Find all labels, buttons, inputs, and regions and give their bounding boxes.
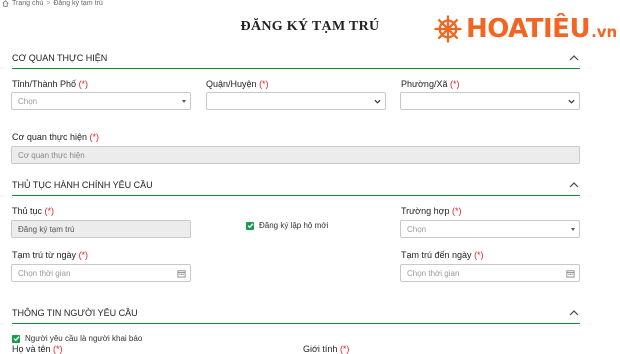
section-requester-title: THÔNG TIN NGƯỜI YÊU CẦU bbox=[12, 308, 138, 318]
is-declarant-label: Người yêu cầu là người khai báo bbox=[25, 334, 143, 343]
new-household-checkbox-row[interactable]: Đăng ký lập hộ mới bbox=[246, 221, 328, 230]
district-label: Quận/Huyện (*) bbox=[206, 79, 269, 89]
calendar-icon[interactable] bbox=[177, 269, 186, 278]
procedure-value: Đăng ký tạm trú bbox=[18, 224, 75, 234]
to-date-label: Tạm trú đến ngày (*) bbox=[401, 250, 484, 260]
section-agency-title: CƠ QUAN THỰC HIỆN bbox=[12, 53, 108, 63]
case-value: Chọn bbox=[407, 224, 427, 234]
to-date-placeholder: Chọn thời gian bbox=[407, 268, 460, 278]
procedure-field: Đăng ký tạm trú bbox=[11, 220, 191, 238]
home-icon bbox=[2, 0, 9, 7]
logo-main-text: HOATIÊU bbox=[466, 14, 591, 44]
district-select[interactable] bbox=[206, 92, 386, 110]
province-select[interactable]: Chọn bbox=[11, 92, 191, 110]
checkbox-checked-icon[interactable] bbox=[246, 221, 254, 230]
new-household-label: Đăng ký lập hộ mới bbox=[259, 221, 329, 230]
section-divider bbox=[12, 323, 580, 324]
agency-field[interactable]: Cơ quan thực hiện bbox=[11, 146, 580, 164]
section-agency-header[interactable]: CƠ QUAN THỰC HIỆN bbox=[12, 53, 580, 69]
ward-select[interactable] bbox=[400, 92, 580, 110]
logo-suffix-text: .vn bbox=[591, 23, 618, 41]
ward-label: Phường/Xã (*) bbox=[401, 79, 460, 89]
case-label: Trường hợp (*) bbox=[401, 206, 462, 216]
from-date-placeholder: Chọn thời gian bbox=[18, 268, 71, 278]
chevron-up-icon[interactable] bbox=[568, 307, 580, 319]
caret-down-icon bbox=[182, 100, 186, 103]
from-date-picker[interactable]: Chọn thời gian bbox=[11, 264, 191, 282]
chevron-up-icon[interactable] bbox=[568, 52, 580, 64]
checkbox-checked-icon[interactable] bbox=[12, 334, 20, 343]
breadcrumb-home[interactable]: Trang chủ bbox=[12, 0, 43, 7]
agency-placeholder: Cơ quan thực hiện bbox=[18, 150, 85, 160]
to-date-picker[interactable]: Chọn thời gian bbox=[400, 264, 580, 282]
breadcrumb-current: Đăng ký tạm trú bbox=[53, 0, 103, 7]
breadcrumb-separator: > bbox=[46, 0, 51, 7]
case-select[interactable]: Chọn bbox=[400, 220, 580, 238]
calendar-icon[interactable] bbox=[566, 269, 575, 278]
caret-down-icon bbox=[571, 228, 575, 231]
section-procedure-header[interactable]: THỦ TỤC HÀNH CHÍNH YÊU CẦU bbox=[12, 180, 580, 196]
province-value: Chọn bbox=[18, 96, 38, 106]
chevron-up-icon[interactable] bbox=[568, 179, 580, 191]
province-label: Tỉnh/Thành Phố (*) bbox=[12, 79, 89, 89]
agency-label: Cơ quan thực hiện (*) bbox=[12, 132, 99, 142]
section-procedure-title: THỦ TỤC HÀNH CHÍNH YÊU CẦU bbox=[12, 180, 153, 190]
chevron-down-icon bbox=[568, 99, 575, 104]
from-date-label: Tạm trú từ ngày (*) bbox=[12, 250, 89, 260]
section-requester-header[interactable]: THÔNG TIN NGƯỜI YÊU CẦU bbox=[12, 308, 580, 324]
is-declarant-checkbox-row[interactable]: Người yêu cầu là người khai báo bbox=[12, 334, 142, 343]
procedure-label: Thủ tục (*) bbox=[12, 206, 55, 216]
section-divider bbox=[12, 195, 580, 196]
section-divider bbox=[12, 68, 580, 69]
chevron-down-icon bbox=[374, 99, 381, 104]
breadcrumb: Trang chủ > Đăng ký tạm trú bbox=[2, 0, 103, 7]
ship-wheel-icon bbox=[434, 15, 462, 43]
hoatieu-logo: HOATIÊU .vn bbox=[433, 14, 617, 44]
